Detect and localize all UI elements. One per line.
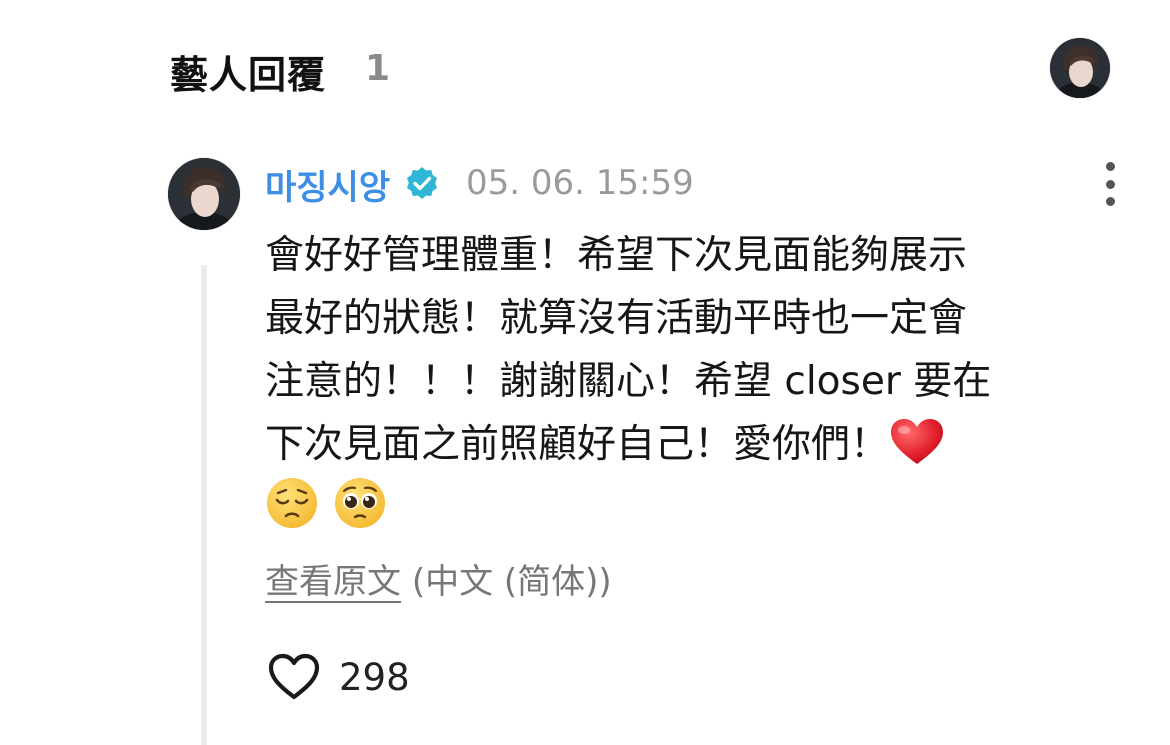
comment-line: 注意的！！！謝謝關心！希望 closer 要在 bbox=[265, 359, 992, 404]
avatar-portrait bbox=[168, 158, 240, 230]
pleading-face-emoji-icon bbox=[335, 478, 385, 528]
red-heart-emoji-icon bbox=[891, 419, 944, 464]
verified-badge-icon bbox=[407, 167, 437, 199]
view-original-link[interactable]: 查看原文 bbox=[265, 562, 401, 602]
comment-timestamp: 05. 06. 15:59 bbox=[466, 163, 694, 203]
emoji-row bbox=[265, 476, 387, 532]
reply-count: 1 bbox=[365, 48, 391, 89]
translation-language: (中文 (简体)) bbox=[411, 562, 612, 602]
avatar-portrait bbox=[1050, 38, 1110, 98]
translation-info: 查看原文 (中文 (简体)) bbox=[265, 554, 612, 603]
comment-line: 會好好管理體重！希望下次見面能夠展示 bbox=[265, 233, 968, 278]
comment-text: 會好好管理體重！希望下次見面能夠展示 最好的狀態！就算沒有活動平時也一定會 注意… bbox=[265, 224, 1095, 476]
dot bbox=[1105, 197, 1115, 206]
comment-line-with-heart: 下次見面之前照顧好自己！愛你們！ bbox=[265, 413, 1095, 476]
like-count: 298 bbox=[339, 655, 410, 699]
heart-like-icon[interactable] bbox=[267, 652, 321, 702]
pensive-face-emoji-icon bbox=[267, 478, 317, 528]
thread-line bbox=[201, 265, 207, 745]
dot bbox=[1105, 162, 1115, 171]
comment-line: 最好的狀態！就算沒有活動平時也一定會 bbox=[265, 296, 968, 341]
like-row: 298 bbox=[267, 652, 410, 702]
author-name[interactable]: 마징시앙 bbox=[265, 160, 390, 209]
more-options-icon[interactable] bbox=[1092, 162, 1128, 206]
artist-avatar[interactable] bbox=[1050, 38, 1110, 98]
section-title: 藝人回覆 bbox=[170, 53, 327, 97]
comment-line: 下次見面之前照顧好自己！愛你們！ bbox=[265, 422, 890, 467]
author-avatar[interactable] bbox=[168, 158, 240, 230]
dot bbox=[1105, 179, 1115, 189]
